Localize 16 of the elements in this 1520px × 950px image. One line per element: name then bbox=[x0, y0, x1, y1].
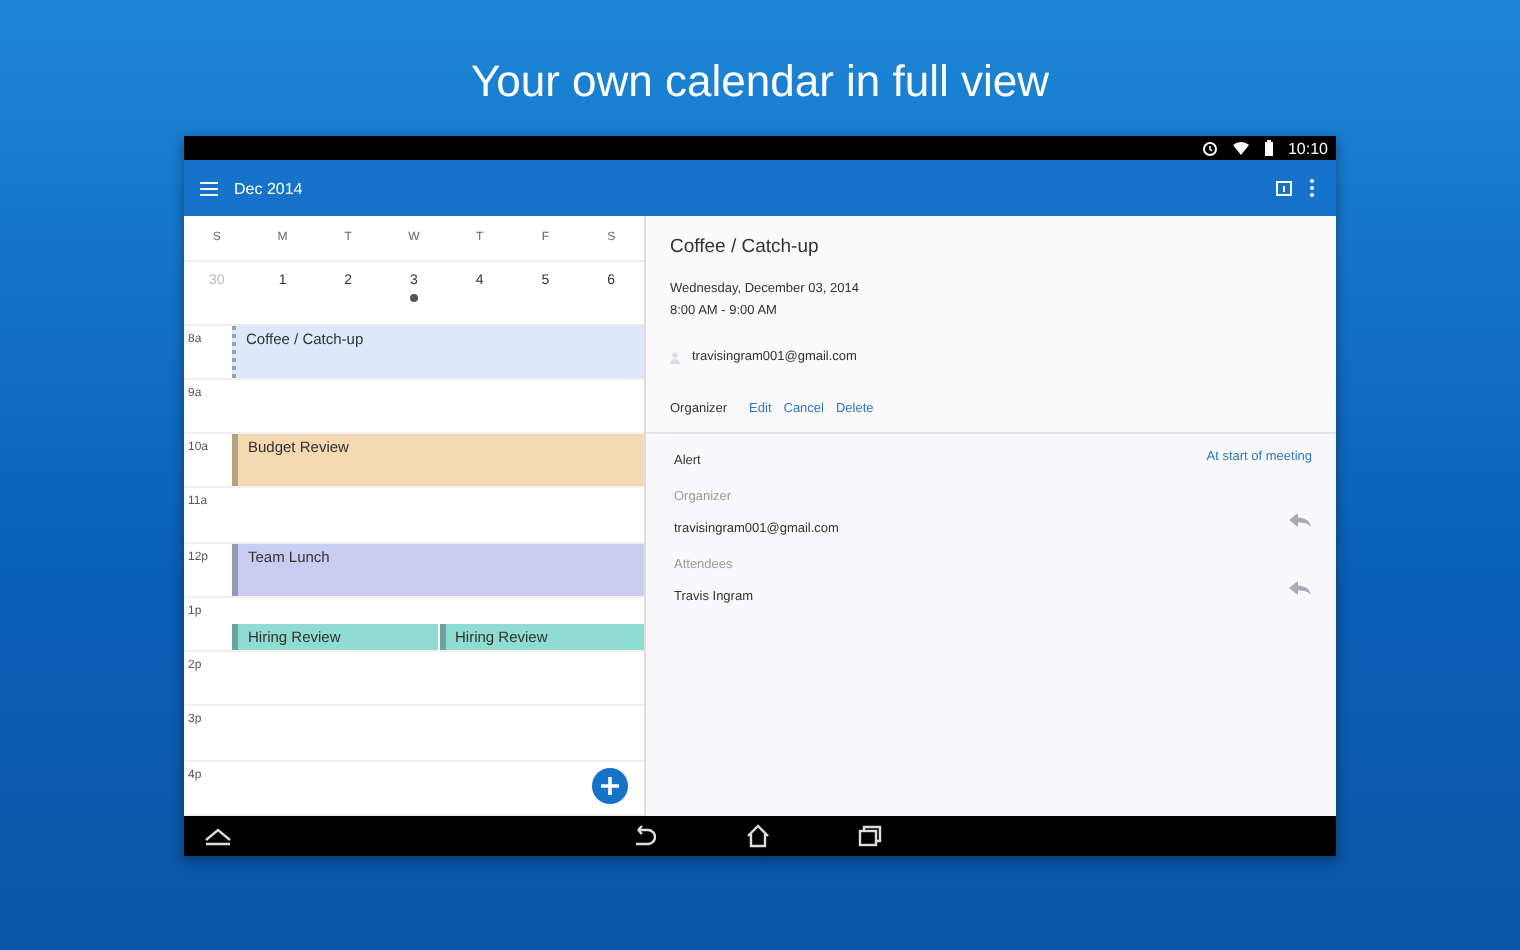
add-icon[interactable] bbox=[592, 768, 628, 804]
chevron-up-icon[interactable] bbox=[204, 824, 232, 848]
back-icon[interactable] bbox=[632, 824, 656, 848]
menu-icon[interactable] bbox=[200, 181, 218, 195]
home-icon[interactable] bbox=[746, 824, 770, 848]
wifi-icon bbox=[1231, 140, 1250, 156]
recent-apps-icon[interactable] bbox=[858, 824, 882, 848]
headline: Your own calendar in full view bbox=[470, 56, 1050, 108]
alarm-icon bbox=[1201, 140, 1218, 156]
clock-time: 10:10 bbox=[1287, 139, 1328, 157]
event-title: Coffee / Catch-up bbox=[670, 236, 821, 258]
person-icon bbox=[670, 351, 680, 363]
calendar-icon[interactable] bbox=[1276, 180, 1292, 196]
battery-icon bbox=[1263, 140, 1274, 156]
more-icon[interactable] bbox=[1308, 178, 1316, 198]
month-title: Dec 2014 bbox=[234, 179, 303, 197]
